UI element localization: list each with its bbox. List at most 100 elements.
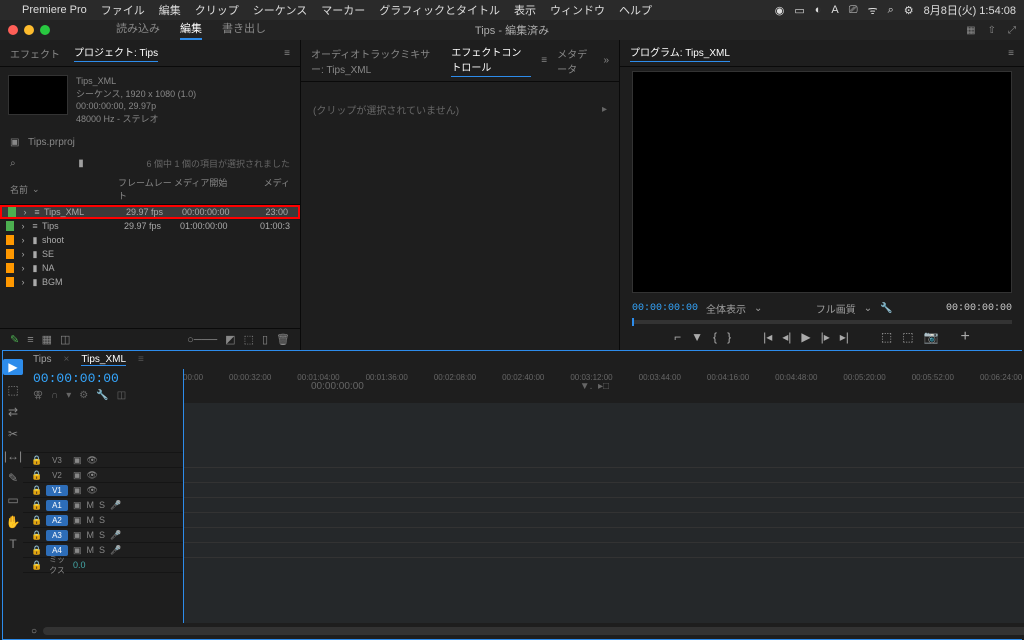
- minimize-button[interactable]: [24, 25, 34, 35]
- toggle-output-icon[interactable]: ▣: [73, 455, 82, 466]
- toggle-output-icon[interactable]: ▣: [73, 515, 82, 526]
- marker-in-icon[interactable]: ⌐: [674, 330, 681, 344]
- timeline-tab-tips-xml[interactable]: Tips_XML: [81, 354, 126, 366]
- play-icon[interactable]: ▸: [602, 104, 607, 115]
- panel-menu-icon[interactable]: ≡: [284, 48, 290, 59]
- col-media-start[interactable]: メディア開始: [174, 176, 238, 202]
- expand-icon[interactable]: ›: [18, 249, 28, 259]
- search-icon[interactable]: ⌕: [10, 158, 16, 169]
- track-mix[interactable]: ミックス: [46, 553, 68, 577]
- expand-icon[interactable]: ›: [20, 207, 30, 217]
- mute-icon[interactable]: M: [87, 515, 95, 526]
- status-icon[interactable]: ▭: [794, 4, 804, 17]
- zoom-slider[interactable]: ○───: [187, 334, 217, 346]
- workspace-export[interactable]: 書き出し: [222, 20, 266, 40]
- solo-icon[interactable]: S: [99, 530, 105, 541]
- lift-icon[interactable]: ⬚: [881, 330, 892, 344]
- control-center-icon[interactable]: ⚙: [904, 4, 914, 17]
- clip-thumbnail[interactable]: [8, 75, 68, 115]
- app-name[interactable]: Premiere Pro: [22, 4, 87, 16]
- step-back-icon[interactable]: ◂|: [782, 330, 791, 344]
- mix-value[interactable]: 0.0: [73, 560, 86, 570]
- timeline-tab-tips[interactable]: Tips: [33, 354, 52, 366]
- toggle-output-icon[interactable]: ▣: [73, 545, 82, 556]
- lock-icon[interactable]: 🔒: [31, 545, 41, 556]
- close-button[interactable]: [8, 25, 18, 35]
- mute-icon[interactable]: M: [87, 545, 95, 556]
- program-tc-left[interactable]: 00:00:00:00: [632, 303, 698, 314]
- track-v3[interactable]: V3: [46, 455, 68, 466]
- tab-program[interactable]: プログラム: Tips_XML: [630, 44, 730, 62]
- track-select-tool[interactable]: ⬚: [7, 383, 18, 397]
- quality-dropdown[interactable]: フル画質: [816, 301, 856, 316]
- track-content[interactable]: [183, 403, 1024, 623]
- solo-icon[interactable]: S: [99, 515, 105, 526]
- bin-row[interactable]: ›≡Tips_XML29.97 fps00:00:00:0023:00: [0, 205, 300, 219]
- label-chip[interactable]: [8, 207, 16, 217]
- track-v1[interactable]: V1: [46, 485, 68, 496]
- col-media-end[interactable]: メディ: [238, 176, 290, 202]
- slip-tool[interactable]: |↔|: [4, 449, 22, 463]
- razor-tool[interactable]: ✂: [8, 427, 18, 441]
- menu-marker[interactable]: マーカー: [321, 2, 365, 18]
- toggle-output-icon[interactable]: ▣: [73, 470, 82, 481]
- wifi-icon[interactable]: ᯤ: [868, 3, 878, 18]
- scroll-handle-left[interactable]: ○: [31, 626, 37, 637]
- track-a2[interactable]: A2: [46, 515, 68, 526]
- panel-menu-icon[interactable]: ≡: [1008, 48, 1014, 59]
- step-fwd-icon[interactable]: |▸: [821, 330, 830, 344]
- toggle-output-icon[interactable]: ▣: [73, 530, 82, 541]
- in-point-icon[interactable]: {: [713, 330, 717, 344]
- hand-tool[interactable]: ✋: [6, 515, 21, 529]
- eye-icon[interactable]: 👁: [87, 455, 98, 466]
- label-chip[interactable]: [6, 277, 14, 287]
- track-a3[interactable]: A3: [46, 530, 68, 541]
- workspace-import[interactable]: 読み込み: [116, 20, 160, 40]
- col-framerate[interactable]: フレームレート: [118, 176, 174, 202]
- selection-tool[interactable]: ▶: [3, 359, 23, 375]
- workspace-edit[interactable]: 編集: [180, 20, 202, 40]
- share-icon[interactable]: ⇧: [988, 25, 996, 36]
- dropdown-icon[interactable]: ⌄: [754, 303, 762, 314]
- pen-tool[interactable]: ✎: [8, 471, 18, 485]
- maximize-button[interactable]: [40, 25, 50, 35]
- play-button[interactable]: ▶: [801, 330, 810, 344]
- screen-icon[interactable]: ⎚: [849, 4, 858, 17]
- tab-effect-controls[interactable]: エフェクトコントロール: [451, 44, 531, 77]
- snap-icon[interactable]: ⚢: [33, 390, 43, 401]
- lock-icon[interactable]: 🔒: [31, 500, 41, 511]
- settings-icon[interactable]: 🔧: [880, 303, 892, 314]
- label-chip[interactable]: [6, 221, 14, 231]
- marker-icon[interactable]: ▼: [691, 330, 703, 344]
- new-bin-icon[interactable]: ▯: [262, 333, 268, 346]
- freeform-view-icon[interactable]: ◫: [60, 333, 70, 346]
- lock-icon[interactable]: 🔒: [31, 560, 41, 571]
- workspace-icon[interactable]: ▦: [966, 25, 975, 36]
- eye-icon[interactable]: 👁: [87, 470, 98, 481]
- tab-audio-mixer[interactable]: オーディオトラックミキサー: Tips_XML: [311, 46, 441, 76]
- menu-window[interactable]: ウィンドウ: [550, 2, 605, 18]
- project-file-row[interactable]: ▣ Tips.prproj: [0, 133, 300, 152]
- export-frame-icon[interactable]: 📷: [924, 330, 939, 344]
- lock-icon[interactable]: 🔒: [31, 530, 41, 541]
- label-chip[interactable]: [6, 263, 14, 273]
- lock-icon[interactable]: 🔒: [31, 470, 41, 481]
- status-icon[interactable]: ◉: [775, 4, 785, 17]
- bin-row[interactable]: ›▮NA: [0, 261, 300, 275]
- menu-clip[interactable]: クリップ: [195, 2, 239, 18]
- menu-graphics[interactable]: グラフィックとタイトル: [379, 2, 500, 18]
- track-v2[interactable]: V2: [46, 470, 68, 481]
- mute-icon[interactable]: M: [87, 530, 95, 541]
- menu-view[interactable]: 表示: [514, 2, 536, 18]
- creative-cloud-icon[interactable]: ◐: [815, 4, 822, 16]
- overflow-icon[interactable]: »: [603, 55, 609, 66]
- toggle-output-icon[interactable]: ▣: [73, 485, 82, 496]
- expand-icon[interactable]: ›: [18, 277, 28, 287]
- goto-in-icon[interactable]: |◂: [763, 330, 772, 344]
- solo-icon[interactable]: S: [99, 545, 105, 556]
- new-item-icon[interactable]: ✎: [10, 333, 19, 346]
- menu-edit[interactable]: 編集: [159, 2, 181, 18]
- mute-icon[interactable]: M: [87, 500, 95, 511]
- expand-icon[interactable]: ›: [18, 235, 28, 245]
- fit-dropdown[interactable]: 全体表示: [706, 301, 746, 316]
